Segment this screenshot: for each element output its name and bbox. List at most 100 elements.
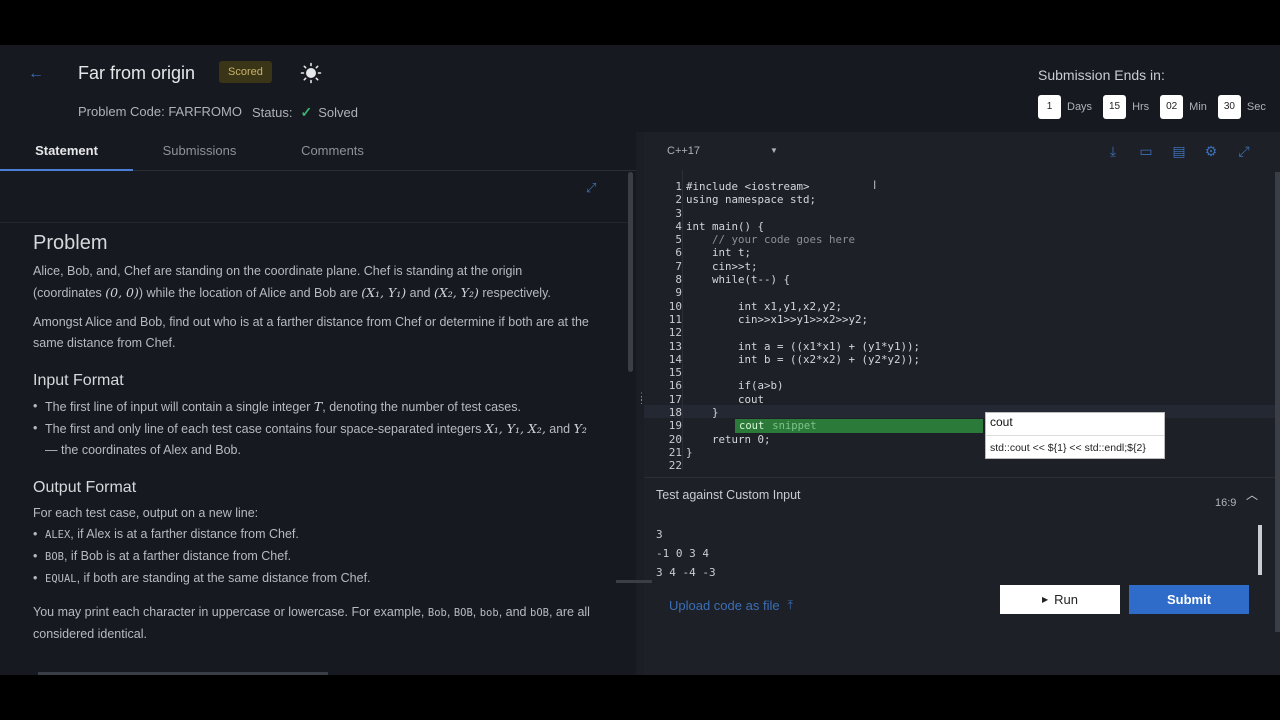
output-intro: For each test case, output on a new line… bbox=[33, 506, 259, 520]
code-line[interactable]: cin>>t; bbox=[686, 260, 1271, 273]
code-line[interactable]: #include <iostream> bbox=[686, 180, 1271, 193]
status-label: Status: bbox=[252, 105, 293, 120]
scored-badge: Scored bbox=[219, 61, 272, 83]
line-number: 14 bbox=[668, 352, 682, 366]
line-number: 22 bbox=[668, 459, 682, 473]
maximize-icon[interactable]: ⤢ bbox=[1235, 142, 1253, 160]
line-number: 15 bbox=[668, 366, 682, 380]
code-line[interactable]: int main() { bbox=[686, 220, 1271, 233]
text: and bbox=[505, 605, 527, 619]
math: (X₂, Y₂) bbox=[433, 285, 479, 300]
tab-statement[interactable]: Statement bbox=[0, 132, 133, 171]
back-arrow-icon[interactable]: ← bbox=[26, 64, 46, 84]
tooltip-body: std::cout << ${1} << std::endl;${2} bbox=[990, 442, 1146, 454]
autocomplete-tooltip: cout std::cout << ${1} << std::endl;${2} bbox=[985, 412, 1165, 459]
editor-scrollbar[interactable] bbox=[1275, 172, 1280, 632]
code-line[interactable] bbox=[686, 366, 1271, 379]
fullscreen-editor-icon[interactable]: ▭ bbox=[1137, 142, 1155, 160]
line-number: 13 bbox=[668, 339, 682, 353]
upload-icon: ⤒ bbox=[787, 598, 793, 612]
text: , if Bob is at a farther distance from C… bbox=[63, 549, 292, 563]
line-number: 12 bbox=[668, 326, 682, 340]
language-select[interactable]: C++17 bbox=[667, 145, 700, 157]
problem-paragraph-2: Amongst Alice and Bob, find out who is a… bbox=[33, 315, 589, 350]
suggestion-kind: snippet bbox=[772, 420, 817, 432]
text: You may print each character in uppercas… bbox=[33, 605, 425, 619]
text: The first and only line of each test cas… bbox=[45, 422, 482, 436]
output-format-heading: Output Format bbox=[33, 479, 137, 496]
code-line[interactable]: int a = ((x1*x1) + (y1*y1)); bbox=[686, 340, 1271, 353]
line-number: 3 bbox=[675, 206, 682, 220]
divider bbox=[0, 222, 630, 223]
theme-toggle-icon[interactable] bbox=[300, 62, 322, 84]
math: (X₁, Y₁) bbox=[361, 285, 407, 300]
code-line[interactable] bbox=[686, 459, 1271, 472]
tab-comments[interactable]: Comments bbox=[266, 132, 399, 170]
app: ← Far from origin Scored Problem Code: F… bbox=[0, 45, 1280, 675]
submit-button[interactable]: Submit bbox=[1129, 585, 1249, 614]
chevron-up-icon[interactable]: ︿ bbox=[1246, 486, 1258, 503]
list-item: BOB, if Bob is at a farther distance fro… bbox=[33, 546, 593, 568]
custom-input-header[interactable]: Test against Custom Input ︿ bbox=[644, 477, 1275, 514]
expand-icon[interactable]: ⤢ bbox=[586, 180, 602, 196]
countdown-timer: 1 Days 15 Hrs 02 Min 30 Sec bbox=[1038, 95, 1277, 119]
case-note: You may print each character in uppercas… bbox=[33, 605, 590, 641]
chevron-down-icon[interactable]: ▼ bbox=[770, 146, 778, 155]
custom-input-field[interactable]: 3 -1 0 3 4 3 4 -4 -3 bbox=[656, 525, 1256, 580]
run-button[interactable]: ▶ Run bbox=[1000, 585, 1120, 614]
line-number: 16 bbox=[668, 379, 682, 393]
gutter-border bbox=[682, 170, 683, 470]
line-number: 5 bbox=[675, 233, 682, 247]
text: , denoting the number of test cases. bbox=[322, 400, 521, 414]
code-line[interactable]: while(t--) { bbox=[686, 273, 1271, 286]
editor-pane: C++17 ▼ ⤓ ▭ ▤ ⚙ ⤢ 1 2 3 4 5 6 7 8 9 10 11 12 13 14 15 1… bbox=[616, 132, 1280, 675]
text: , if Alex is at a farther distance from … bbox=[70, 527, 299, 541]
input-line: -1 0 3 4 bbox=[656, 547, 709, 560]
code-line[interactable]: using namespace std; bbox=[686, 193, 1271, 206]
tab-submissions[interactable]: Submissions bbox=[133, 132, 266, 170]
input-scrollbar[interactable] bbox=[1258, 525, 1262, 575]
code-line[interactable]: // your code goes here bbox=[686, 233, 1271, 246]
code-line[interactable]: } bbox=[686, 406, 1271, 419]
code-text: EQUAL bbox=[45, 573, 77, 585]
code-line[interactable]: int x1,y1,x2,y2; bbox=[686, 300, 1271, 313]
play-icon: ▶ bbox=[1041, 595, 1049, 604]
code-line[interactable]: int t; bbox=[686, 246, 1271, 259]
download-icon[interactable]: ⤓ bbox=[1104, 142, 1122, 160]
line-number: 20 bbox=[668, 432, 682, 446]
math: Y₂ bbox=[573, 421, 587, 436]
text: and bbox=[409, 286, 431, 300]
upload-code-link[interactable]: Upload code as file ⤒ bbox=[669, 598, 793, 613]
line-number: 10 bbox=[668, 299, 682, 313]
statement-scrollbar[interactable] bbox=[628, 172, 633, 372]
autocomplete-suggestion[interactable]: cout snippet bbox=[735, 419, 983, 433]
math: X₁, Y₁, X₂, bbox=[484, 421, 546, 436]
line-number: 17 bbox=[668, 392, 682, 406]
line-number: 1 bbox=[675, 180, 682, 193]
suggestion-word: cout bbox=[739, 420, 765, 432]
problem-statement: Problem Alice, Bob, and, Chef are standi… bbox=[33, 232, 593, 672]
upload-label: Upload code as file bbox=[669, 598, 780, 613]
status: Status: ✓ Solved bbox=[252, 104, 358, 121]
code-line[interactable]: } bbox=[686, 446, 1271, 459]
statement-hscrollbar[interactable] bbox=[38, 672, 328, 675]
input-line: 3 4 -4 -3 bbox=[656, 566, 716, 579]
code-editor[interactable]: 1 2 3 4 5 6 7 8 9 10 11 12 13 14 15 16 17 18 19 20 21 22 #inc… bbox=[644, 170, 1275, 509]
code-line[interactable]: return 0; bbox=[686, 433, 1271, 446]
code-line[interactable]: cout bbox=[686, 393, 1271, 406]
code-line[interactable] bbox=[686, 207, 1271, 220]
editor-footer: Upload code as file ⤒ ▶ Run Submit bbox=[616, 580, 1275, 642]
list-item: The first and only line of each test cas… bbox=[33, 418, 593, 461]
code-line[interactable] bbox=[686, 286, 1271, 299]
code-line[interactable]: cin>>x1>>y1>>x2>>y2; bbox=[686, 313, 1271, 326]
code-line[interactable]: if(a>b) bbox=[686, 379, 1271, 392]
gear-icon[interactable]: ⚙ bbox=[1202, 142, 1220, 160]
timer-seconds-value: 30 bbox=[1217, 95, 1241, 119]
line-number: 21 bbox=[668, 445, 682, 459]
pane-splitter[interactable]: ⋮ ⋮ bbox=[636, 132, 646, 675]
save-icon[interactable]: ▤ bbox=[1170, 142, 1188, 160]
text: respectively. bbox=[482, 286, 551, 300]
list-item: EQUAL, if both are standing at the same … bbox=[33, 568, 593, 590]
code-line[interactable] bbox=[686, 326, 1271, 339]
code-line[interactable]: int b = ((x2*x2) + (y2*y2)); bbox=[686, 353, 1271, 366]
